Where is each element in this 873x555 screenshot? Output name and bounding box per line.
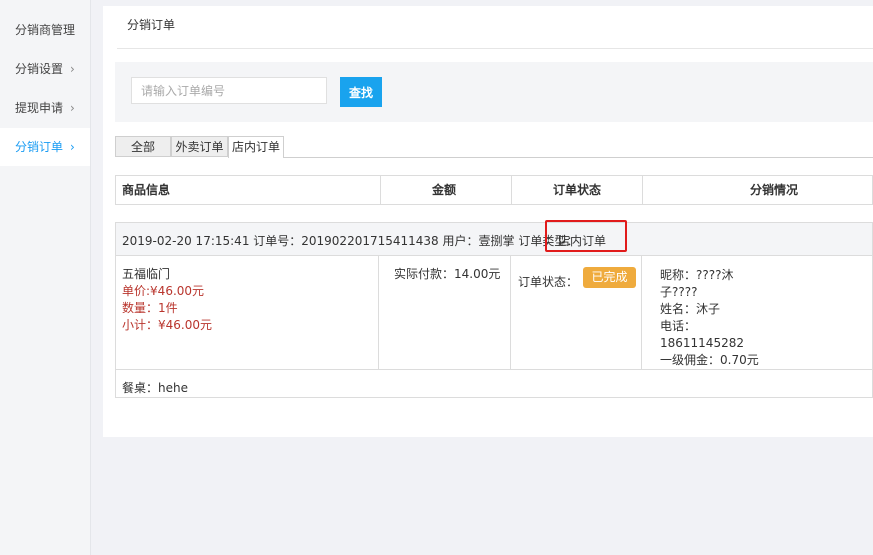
distributor-nickname: 昵称：????沐 <box>660 268 734 282</box>
chevron-right-icon: › <box>70 101 75 115</box>
column-divider <box>511 176 512 204</box>
column-header-amount: 金额 <box>432 183 457 197</box>
sidebar-item-distribution-orders[interactable]: 分销订单 › <box>0 128 90 166</box>
first-level-commission: 一级佣金：0.70元 <box>660 353 759 367</box>
tab-all[interactable]: 全部 <box>115 136 171 157</box>
product-name: 五福临门 <box>122 267 171 281</box>
tabs-divider <box>284 157 873 158</box>
table-number: 餐桌：hehe <box>122 381 188 395</box>
sidebar-item-label: 提现申请 <box>15 101 64 115</box>
order-number-search-input[interactable] <box>131 77 327 104</box>
column-divider <box>378 255 379 369</box>
column-header-order-status: 订单状态 <box>553 183 602 197</box>
order-row: 2019-02-20 17:15:41 订单号：2019022017154114… <box>115 220 873 398</box>
distributor-nickname-cont: 子???? <box>660 285 698 299</box>
column-divider <box>380 176 381 204</box>
column-header-distribution: 分销情况 <box>750 183 799 197</box>
product-subtotal: 小计：¥46.00元 <box>122 318 212 332</box>
page-title: 分销订单 <box>127 18 176 32</box>
main-panel: 分销订单 查找 全部 外卖订单 店内订单 商品信息 金额 订单状态 分销情况 2… <box>103 6 873 437</box>
tab-dine-in-orders[interactable]: 店内订单 <box>228 136 284 158</box>
chevron-right-icon: › <box>70 62 75 76</box>
column-header-product-info: 商品信息 <box>122 183 171 197</box>
sidebar-item-distribution-settings[interactable]: 分销设置 › <box>0 50 90 88</box>
table-header: 商品信息 金额 订单状态 分销情况 <box>115 175 873 205</box>
sidebar-item-label: 分销订单 <box>15 140 64 154</box>
sidebar: 分销商管理 分销设置 › 提现申请 › 分销订单 › <box>0 0 91 555</box>
order-header: 2019-02-20 17:15:41 订单号：2019022017154114… <box>116 220 872 256</box>
highlight-box <box>545 220 627 252</box>
order-status-label: 订单状态： <box>518 275 579 289</box>
distributor-phone-label: 电话： <box>660 319 697 333</box>
distributor-phone: 18611145282 <box>660 336 744 350</box>
sidebar-item-label: 分销商管理 <box>15 23 76 37</box>
product-quantity: 数量：1件 <box>122 301 178 315</box>
distributor-name: 姓名：沐子 <box>660 302 721 316</box>
status-badge: 已完成 <box>583 267 636 288</box>
chevron-right-icon: › <box>70 140 75 154</box>
title-divider <box>117 48 873 49</box>
sidebar-item-withdrawal-requests[interactable]: 提现申请 › <box>0 89 90 127</box>
sidebar-item-distributor-management[interactable]: 分销商管理 <box>0 11 90 49</box>
product-unit-price: 单价:¥46.00元 <box>122 284 205 298</box>
column-divider <box>642 176 643 204</box>
tab-takeout-orders[interactable]: 外卖订单 <box>171 136 228 157</box>
paid-amount: 实际付款：14.00元 <box>394 267 501 281</box>
column-divider <box>641 255 642 369</box>
order-header-info: 2019-02-20 17:15:41 订单号：2019022017154114… <box>122 234 579 248</box>
sidebar-item-label: 分销设置 <box>15 62 64 76</box>
order-footer-divider <box>116 369 872 370</box>
search-bar: 查找 <box>115 62 873 122</box>
search-button[interactable]: 查找 <box>340 77 382 107</box>
column-divider <box>510 255 511 369</box>
